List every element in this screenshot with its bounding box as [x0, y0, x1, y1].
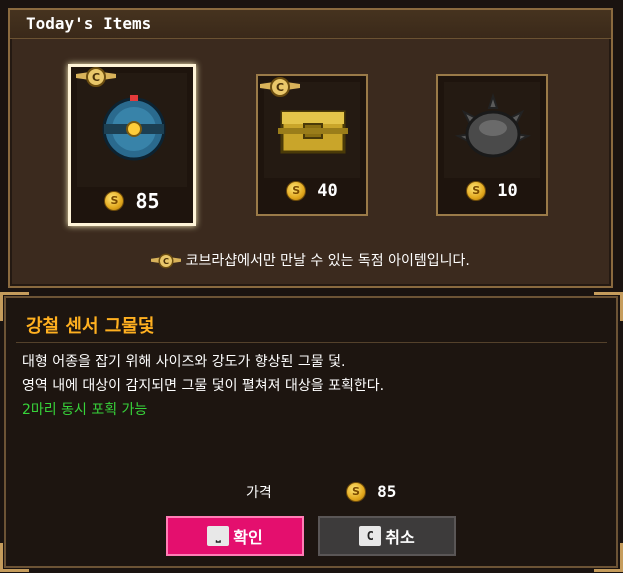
- confirm-label: 확인: [233, 528, 263, 547]
- corner-ornament: [0, 292, 29, 321]
- svg-text:C: C: [163, 256, 169, 266]
- confirm-button[interactable]: ⎵ 확인: [166, 516, 304, 556]
- item-image-frame: [77, 73, 187, 187]
- cobra-shop-badge-icon: C: [151, 253, 182, 269]
- price-label: 가격: [246, 485, 272, 501]
- corner-ornament: [594, 543, 623, 572]
- svg-text:C: C: [276, 81, 284, 94]
- item-price: S 40: [258, 180, 366, 208]
- description-line: 대형 어종을 잡기 위해 사이즈와 강도가 향상된 그물 덫.: [22, 354, 346, 370]
- exclusive-notice: C 코브라샵에서만 만날 수 있는 독점 아이템입니다.: [10, 250, 611, 270]
- spiked-mine-icon: [454, 92, 532, 158]
- panel-header: Today's Items: [10, 10, 611, 39]
- item-name: 강철 센서 그물덫: [26, 316, 155, 337]
- notice-text: 코브라샵에서만 만날 수 있는 독점 아이템입니다.: [185, 253, 470, 269]
- coin-icon: S: [466, 180, 487, 201]
- spacebar-key-icon: ⎵: [207, 526, 230, 546]
- cobra-shop-badge-icon: C: [260, 77, 300, 97]
- svg-text:C: C: [92, 71, 100, 84]
- coin-icon: S: [346, 481, 366, 502]
- cancel-button[interactable]: C 취소: [318, 516, 456, 556]
- sensor-net-icon: [102, 95, 166, 161]
- item-card-sensor-net[interactable]: S 85: [68, 64, 196, 226]
- item-price: S 10: [438, 180, 546, 208]
- divider: [16, 342, 607, 343]
- corner-ornament: [594, 292, 623, 321]
- item-image-frame: [444, 82, 540, 178]
- panel-title: Today's Items: [26, 14, 152, 33]
- coin-icon: S: [286, 180, 307, 201]
- cancel-label: 취소: [385, 528, 415, 547]
- coin-icon: S: [104, 191, 125, 211]
- todays-items-panel: Today's Items S 85 C S 40 C S 10 C 코브라샵에…: [8, 8, 613, 288]
- item-price: S 85: [71, 189, 193, 217]
- item-card-spiked-mine[interactable]: S 10: [436, 74, 548, 216]
- cobra-shop-badge-icon: C: [76, 67, 116, 87]
- description-line: 영역 내에 대상이 감지되면 그물 덫이 펼쳐져 대상을 포획한다.: [22, 378, 385, 394]
- item-description: 대형 어종을 잡기 위해 사이즈와 강도가 향상된 그물 덫. 영역 내에 대상…: [22, 350, 384, 422]
- item-feature-highlight: 2마리 동시 포획 가능: [22, 402, 148, 418]
- total-price: S 85: [346, 481, 396, 502]
- c-key-icon: C: [359, 526, 382, 546]
- corner-ornament: [0, 543, 29, 572]
